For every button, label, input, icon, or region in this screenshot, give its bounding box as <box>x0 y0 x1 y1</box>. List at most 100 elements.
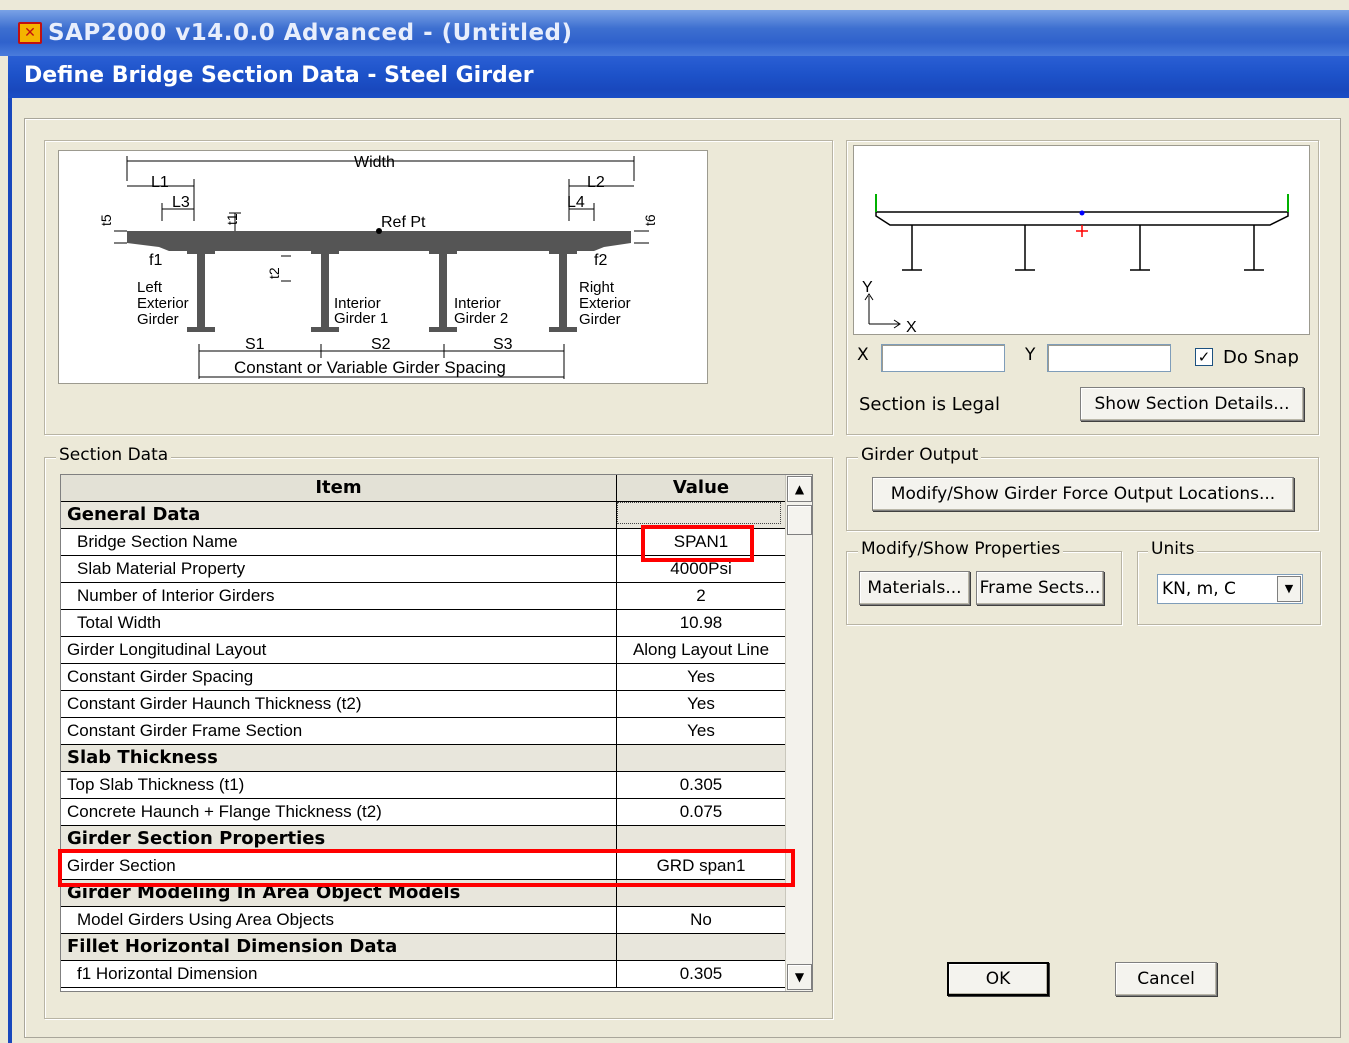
properties-group-label: Modify/Show Properties <box>858 539 1064 559</box>
materials-button[interactable]: Materials... <box>859 571 970 605</box>
section-preview-canvas: Y X <box>853 145 1310 336</box>
x-coord-field[interactable] <box>881 344 1005 372</box>
value-cell[interactable]: 10.98 <box>617 610 785 636</box>
scroll-up-arrow-icon[interactable]: ▲ <box>787 476 812 502</box>
item-cell: Number of Interior Girders <box>61 583 617 609</box>
table-row[interactable]: Concrete Haunch + Flange Thickness (t2) 0… <box>61 799 785 826</box>
diagram-right-girder-1: Right <box>579 279 615 296</box>
table-row[interactable]: f1 Horizontal Dimension 0.305 <box>61 961 785 988</box>
value-cell[interactable]: Along Layout Line <box>617 637 785 663</box>
diagram-l3-label: L3 <box>172 194 190 211</box>
y-coord-field[interactable] <box>1047 344 1171 372</box>
value-cell[interactable]: Yes <box>617 664 785 690</box>
table-row[interactable]: Constant Girder Frame Section Yes <box>61 718 785 745</box>
value-cell[interactable] <box>617 934 785 960</box>
item-cell: Constant Girder Frame Section <box>61 718 617 744</box>
preview-svg: Y X <box>862 194 1289 336</box>
table-row[interactable]: Top Slab Thickness (t1) 0.305 <box>61 772 785 799</box>
sap2000-app-icon[interactable]: ✕ <box>18 22 42 44</box>
value-cell[interactable]: Yes <box>617 718 785 744</box>
item-cell: Constant Girder Spacing <box>61 664 617 690</box>
diagram-l2-label: L2 <box>587 174 605 191</box>
value-cell[interactable] <box>617 745 785 771</box>
value-cell[interactable]: 0.075 <box>617 799 785 825</box>
diagram-width-label: Width <box>354 154 395 171</box>
units-group-label: Units <box>1148 539 1198 559</box>
value-cell[interactable]: 2 <box>617 583 785 609</box>
item-cell: Top Slab Thickness (t1) <box>61 772 617 798</box>
table-row[interactable]: Total Width 10.98 <box>61 610 785 637</box>
show-section-details-button[interactable]: Show Section Details... <box>1080 387 1304 421</box>
diagram-f1-label: f1 <box>149 252 162 269</box>
diagram-t6-label: t6 <box>642 214 658 226</box>
diagram-t2-label: t2 <box>266 267 282 279</box>
highlight-bridge-section-name <box>641 525 754 562</box>
diagram-l4-label: L4 <box>567 194 585 211</box>
frame-sects-button[interactable]: Frame Sects... <box>976 571 1104 605</box>
scroll-down-arrow-icon[interactable]: ▼ <box>787 964 812 990</box>
diagram-right-girder-3: Girder <box>579 311 621 328</box>
ok-button[interactable]: OK <box>947 962 1049 996</box>
value-cell[interactable]: Yes <box>617 691 785 717</box>
value-cell[interactable]: 0.305 <box>617 961 785 987</box>
girder-output-group-label: Girder Output <box>858 445 982 465</box>
app-title: SAP2000 v14.0.0 Advanced - (Untitled) <box>48 20 573 46</box>
do-snap-label: Do Snap <box>1223 347 1299 368</box>
section-data-group-label: Section Data <box>56 445 172 465</box>
item-cell: Bridge Section Name <box>61 529 617 555</box>
diagram-interior1-2: Girder 1 <box>334 310 388 327</box>
item-cell: Girder Longitudinal Layout <box>61 637 617 663</box>
dialog-title: Define Bridge Section Data - Steel Girde… <box>24 63 534 88</box>
scroll-thumb[interactable] <box>787 505 812 535</box>
y-coord-label: Y <box>1025 345 1036 365</box>
cancel-button[interactable]: Cancel <box>1115 962 1217 996</box>
diagram-s3-label: S3 <box>493 336 513 353</box>
item-cell: General Data <box>61 502 617 528</box>
focus-cell-outline <box>617 502 781 524</box>
table-row[interactable]: Constant Girder Spacing Yes <box>61 664 785 691</box>
diagram-s1-label: S1 <box>245 336 265 353</box>
section-status: Section is Legal <box>859 394 1000 415</box>
grid-header-row: Item Value <box>61 475 785 502</box>
axis-y-label: Y <box>862 279 873 296</box>
diagram-right-girder-2: Exterior <box>579 295 631 312</box>
diagram-svg: Width L1 L2 L3 L4 t5 t6 t1 t2 Ref Pt f1 … <box>98 154 658 379</box>
item-column-header[interactable]: Item <box>61 475 617 501</box>
units-select[interactable]: KN, m, C ▼ <box>1157 574 1303 604</box>
diagram-f2-label: f2 <box>594 252 607 269</box>
table-row[interactable]: Model Girders Using Area Objects No <box>61 907 785 934</box>
grid-scrollbar[interactable]: ▲ ▼ <box>785 475 812 991</box>
modify-girder-force-output-button[interactable]: Modify/Show Girder Force Output Location… <box>872 477 1294 511</box>
grid-section-row[interactable]: Slab Thickness <box>61 745 785 772</box>
table-row[interactable]: Constant Girder Haunch Thickness (t2) Yes <box>61 691 785 718</box>
diagram-left-girder-2: Exterior <box>137 295 189 312</box>
diagram-t1-label: t1 <box>224 213 240 225</box>
item-cell: f1 Horizontal Dimension <box>61 961 617 987</box>
bridge-section-diagram: Width L1 L2 L3 L4 t5 t6 t1 t2 Ref Pt f1 … <box>58 150 708 384</box>
diagram-spacing-label: Constant or Variable Girder Spacing <box>234 358 506 377</box>
diagram-left-girder-3: Girder <box>137 311 179 328</box>
table-row[interactable]: Number of Interior Girders 2 <box>61 583 785 610</box>
table-row[interactable]: Girder Longitudinal Layout Along Layout L… <box>61 637 785 664</box>
diagram-s2-label: S2 <box>371 336 391 353</box>
units-selected-value: KN, m, C <box>1162 579 1236 599</box>
item-cell: Constant Girder Haunch Thickness (t2) <box>61 691 617 717</box>
value-column-header[interactable]: Value <box>617 475 785 501</box>
diagram-interior2-2: Girder 2 <box>454 310 508 327</box>
item-cell: Slab Thickness <box>61 745 617 771</box>
highlight-girder-section <box>58 849 795 887</box>
item-cell: Slab Material Property <box>61 556 617 582</box>
do-snap-checkbox[interactable]: ✓ <box>1195 348 1213 366</box>
value-cell[interactable]: No <box>617 907 785 933</box>
diagram-left-girder-1: Left <box>137 279 163 296</box>
chevron-down-icon[interactable]: ▼ <box>1277 576 1301 602</box>
axis-x-label: X <box>906 319 917 336</box>
grid-section-row[interactable]: Fillet Horizontal Dimension Data <box>61 934 785 961</box>
value-cell[interactable]: 0.305 <box>617 772 785 798</box>
diagram-t5-label: t5 <box>98 214 114 226</box>
item-cell: Concrete Haunch + Flange Thickness (t2) <box>61 799 617 825</box>
x-coord-label: X <box>857 345 869 365</box>
diagram-ref-pt-label: Ref Pt <box>381 214 426 231</box>
item-cell: Fillet Horizontal Dimension Data <box>61 934 617 960</box>
diagram-l1-label: L1 <box>151 174 169 191</box>
